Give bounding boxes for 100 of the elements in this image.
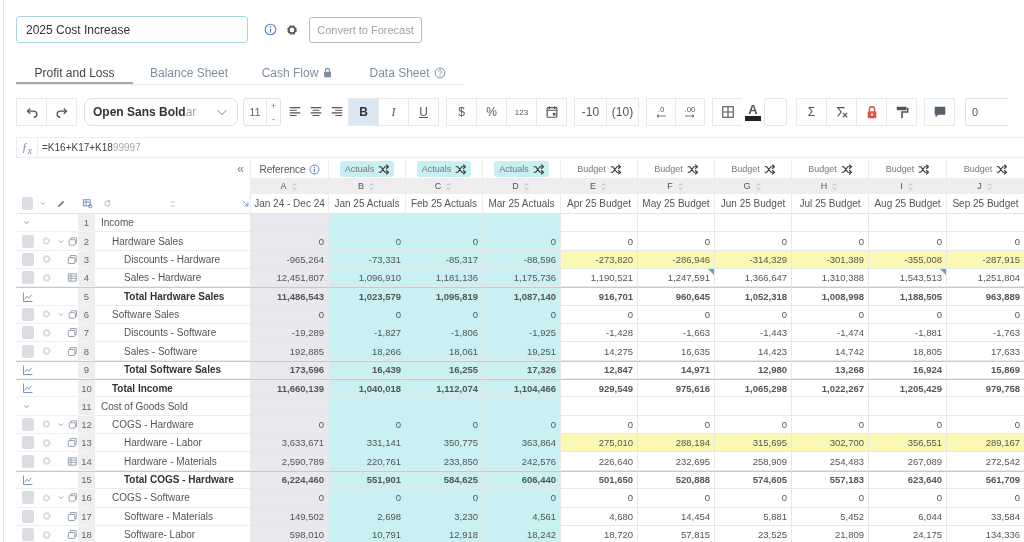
table-settings-icon[interactable] — [82, 197, 94, 210]
table-cell: 0 — [328, 232, 405, 251]
table-cell: 0 — [482, 489, 560, 508]
column-type[interactable]: Budget — [726, 161, 780, 177]
format-painter-button[interactable] — [886, 98, 917, 126]
column-type[interactable]: Budget — [958, 161, 1013, 177]
date-format-button[interactable] — [536, 98, 567, 126]
info-icon[interactable] — [308, 163, 320, 175]
title-field[interactable]: 2025 Cost Increase — [16, 16, 248, 43]
chart-icon[interactable] — [22, 290, 34, 303]
format-button[interactable]: 123 — [506, 98, 537, 126]
row-checkbox[interactable] — [22, 417, 34, 431]
column-type-chip[interactable]: Actuals — [416, 161, 472, 177]
row-checkbox[interactable] — [22, 326, 35, 340]
chart-icon[interactable] — [22, 382, 34, 395]
table-icon[interactable] — [67, 455, 78, 467]
italic-button[interactable]: I — [378, 98, 409, 126]
bold-button[interactable]: B — [348, 98, 379, 126]
tab[interactable]: Data Sheet — [350, 63, 465, 84]
refresh-icon[interactable] — [103, 198, 113, 209]
decrease-button[interactable]: - — [267, 112, 280, 125]
column-type-chip[interactable]: Actuals — [339, 161, 395, 177]
table-cell: 288,194 — [637, 434, 714, 453]
tab[interactable]: Profit and Loss — [16, 63, 133, 84]
row-checkbox[interactable] — [22, 344, 35, 358]
increase-decimal-button[interactable]: .00 — [675, 98, 705, 126]
row-checkbox[interactable] — [22, 454, 35, 468]
table-cell: 0 — [791, 232, 868, 251]
table-cell: 232,695 — [637, 452, 714, 471]
color-swatch[interactable] — [764, 98, 787, 126]
shuffle-icon — [532, 163, 544, 175]
chart-icon[interactable] — [22, 474, 34, 486]
row-number: 5 — [78, 287, 95, 306]
number-field[interactable]: 0 — [965, 98, 1009, 126]
copy-icon[interactable] — [67, 327, 78, 339]
align-left-icon — [288, 105, 302, 119]
chevron-icon[interactable] — [38, 199, 47, 208]
copy-icon[interactable] — [68, 235, 78, 247]
table-cell: 1,052,318 — [714, 287, 791, 306]
column-type[interactable]: Budget — [572, 161, 626, 177]
sort-icon[interactable] — [367, 180, 376, 192]
format-button[interactable]: % — [476, 98, 507, 126]
select-all-checkbox[interactable] — [22, 197, 33, 210]
redo-button[interactable] — [46, 98, 77, 126]
table-cell: 1,023,579 — [328, 287, 405, 306]
table-icon[interactable] — [67, 272, 78, 284]
row-checkbox[interactable] — [22, 491, 34, 505]
settings-icon[interactable] — [285, 22, 299, 37]
font-dropdown[interactable]: Open Sans Boldar — [84, 98, 238, 126]
clear-format-button[interactable] — [826, 98, 857, 126]
increase-button[interactable]: + — [267, 99, 280, 112]
column-letter: H — [791, 178, 868, 194]
info-icon[interactable] — [264, 23, 277, 36]
copy-icon[interactable] — [68, 418, 78, 430]
table-cell: 929,549 — [560, 379, 637, 398]
table-cell: 1,310,388 — [791, 269, 868, 288]
format-button[interactable]: -10 — [574, 98, 607, 126]
table-cell: 0 — [637, 232, 714, 251]
row-checkbox[interactable] — [22, 528, 35, 541]
row-checkbox[interactable] — [22, 307, 34, 321]
copy-icon[interactable] — [67, 345, 78, 357]
copy-icon[interactable] — [68, 308, 78, 320]
tab[interactable]: Cash Flow — [245, 63, 350, 84]
expand-arrow-icon[interactable] — [240, 198, 250, 209]
underline-button[interactable]: U — [408, 98, 439, 126]
format-button[interactable]: $ — [446, 98, 477, 126]
row-number: 10 — [78, 379, 95, 398]
table-cell: 0 — [946, 232, 1024, 251]
table-cell: 1,247,591 — [637, 269, 714, 288]
copy-icon[interactable] — [67, 437, 78, 449]
row-checkbox[interactable] — [22, 234, 34, 248]
row-checkbox[interactable] — [22, 509, 35, 523]
column-type[interactable]: Budget — [803, 161, 857, 177]
copy-icon[interactable] — [67, 510, 78, 522]
copy-icon[interactable] — [67, 529, 78, 540]
lock-button[interactable] — [856, 98, 887, 126]
copy-icon[interactable] — [67, 253, 78, 265]
column-type[interactable]: Budget — [649, 161, 703, 177]
tab[interactable]: Balance Sheet — [133, 63, 245, 84]
row-checkbox[interactable] — [22, 271, 35, 285]
sort-icon[interactable] — [599, 180, 608, 192]
collapse-button[interactable]: « — [237, 162, 244, 176]
comment-button[interactable] — [924, 98, 955, 126]
borders-button[interactable] — [712, 98, 743, 126]
column-type-chip[interactable]: Actuals — [494, 161, 549, 177]
table-cell: 14,742 — [791, 342, 868, 361]
format-button[interactable]: Σ — [796, 98, 827, 126]
undo-button[interactable] — [16, 98, 47, 126]
copy-icon[interactable] — [68, 492, 78, 504]
font-size-field[interactable]: 11 + - — [243, 98, 281, 126]
font-color-button[interactable]: A — [742, 98, 764, 126]
decrease-decimal-button[interactable]: .0 — [646, 98, 676, 126]
format-button[interactable]: (10) — [606, 98, 639, 126]
column-letter: G — [714, 178, 791, 194]
row-checkbox[interactable] — [22, 436, 35, 450]
column-letter: E — [560, 178, 637, 194]
row-number: 1 — [78, 214, 95, 233]
chart-icon[interactable] — [22, 363, 34, 376]
row-checkbox[interactable] — [22, 252, 35, 266]
column-type[interactable]: Budget — [880, 161, 935, 177]
